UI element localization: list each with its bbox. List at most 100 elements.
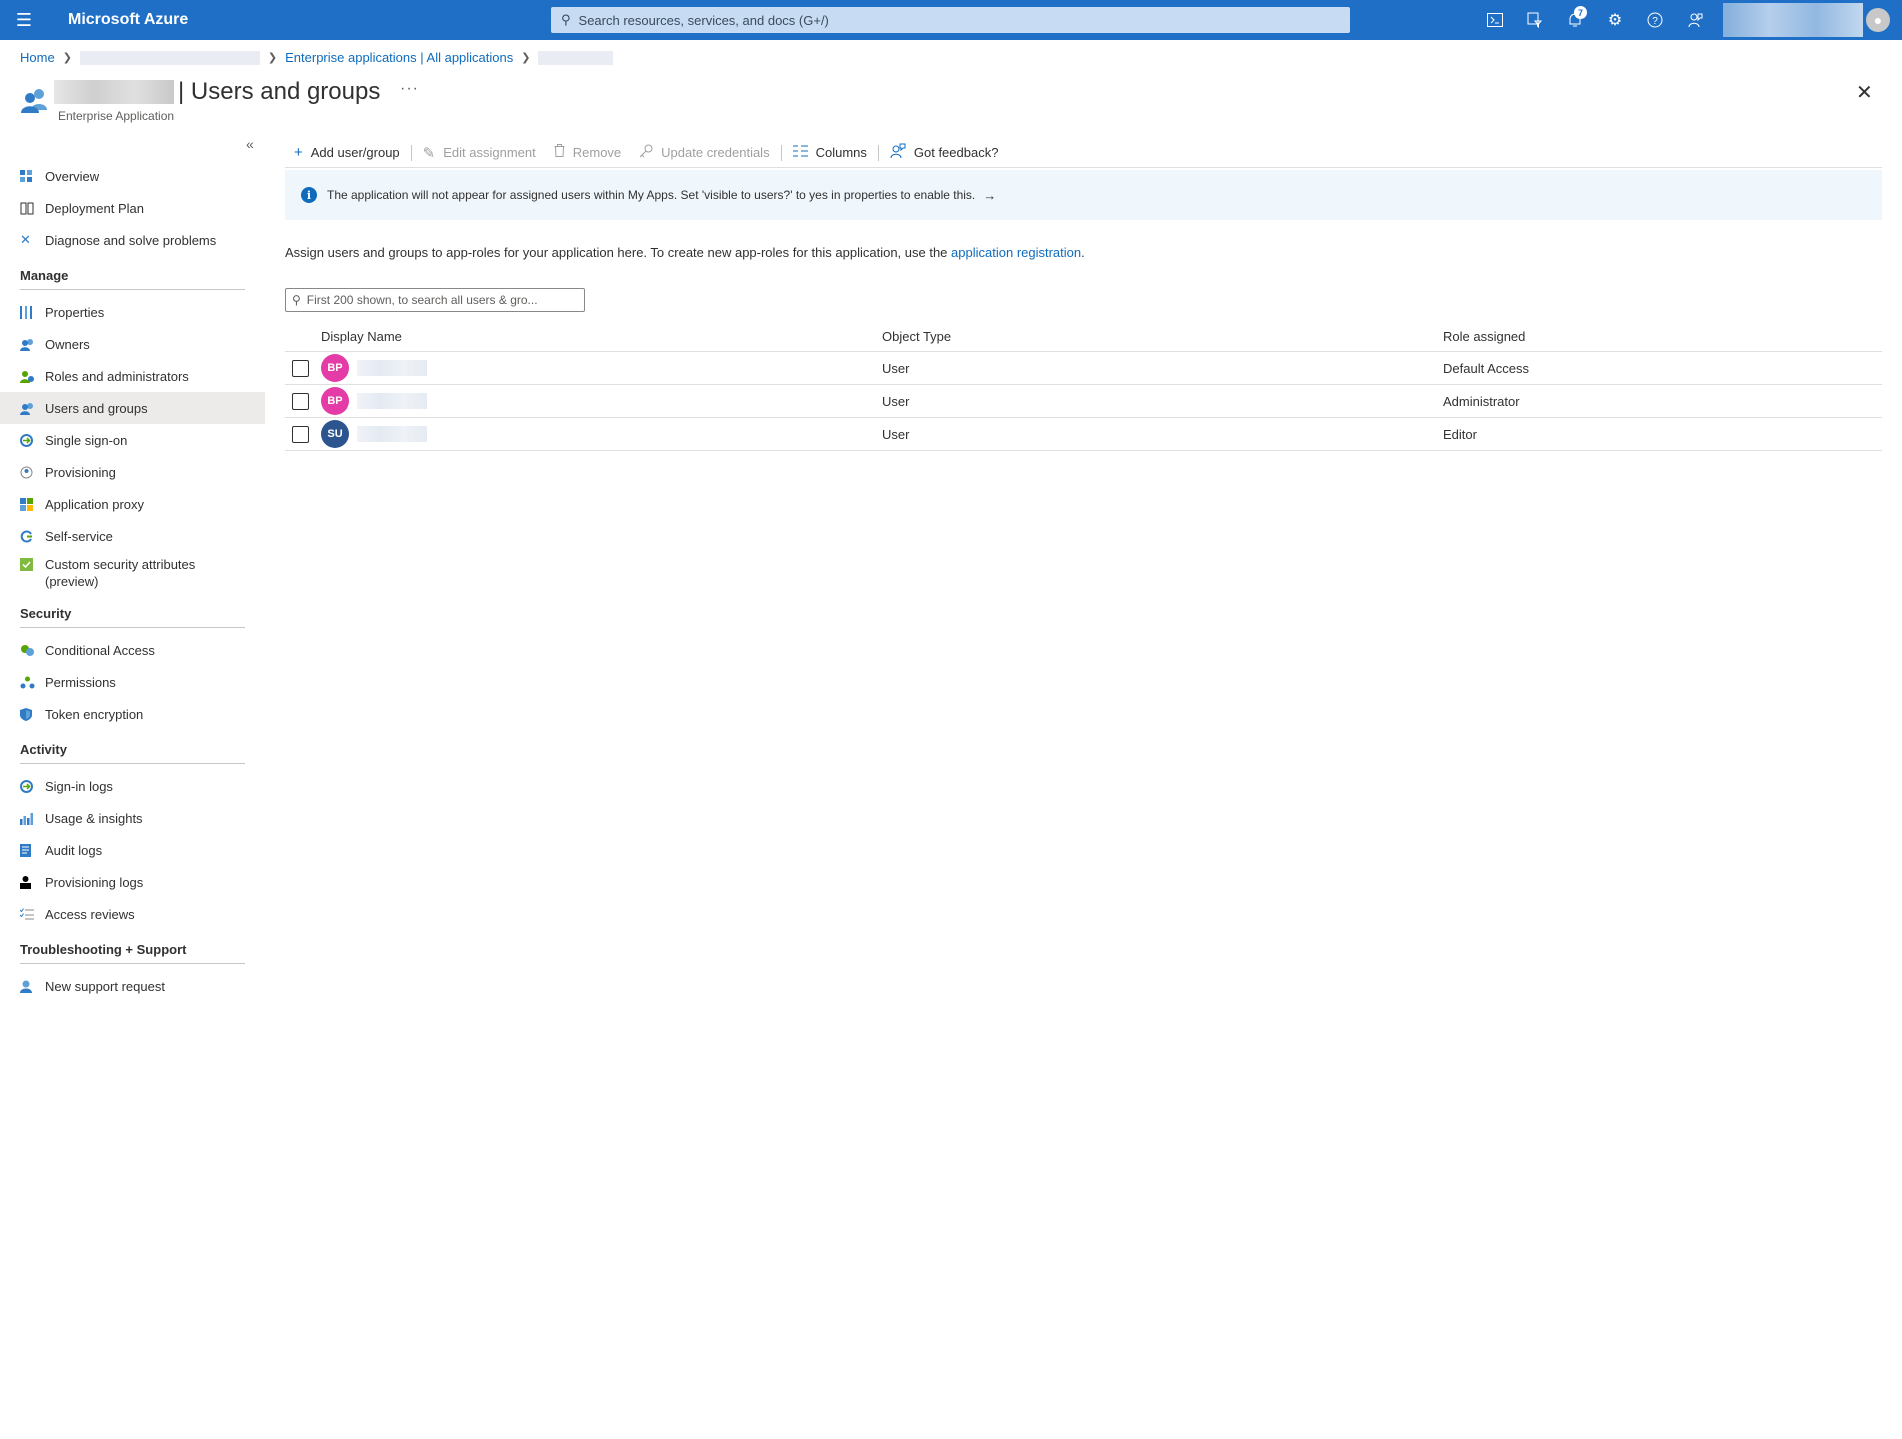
collapse-sidebar-icon[interactable]: « [246,136,254,152]
book-icon [20,202,45,215]
arrow-right-icon[interactable]: → [983,188,996,203]
search-users-input[interactable]: ⚲ First 200 shown, to search all users &… [285,288,585,312]
feedback-button[interactable]: Got feedback? [881,138,1008,168]
assignments-table: Display Name Object Type Role assigned B… [285,322,1882,451]
sidebar-item-properties[interactable]: Properties [0,296,265,328]
sidebar-item-label: Owners [45,336,90,352]
conditional-access-icon [20,644,45,657]
roles-icon [20,370,45,383]
toolbar-divider [877,144,879,161]
feedback-icon[interactable] [1675,0,1715,40]
account-info[interactable] [1723,3,1863,37]
account-avatar-icon[interactable]: ● [1866,8,1890,32]
display-name-cell: BP [321,354,882,382]
breadcrumb-home[interactable]: Home [20,50,55,65]
sidebar-item-label: Provisioning logs [45,874,144,890]
column-header-object-type[interactable]: Object Type [882,329,1443,344]
audit-icon [20,843,45,857]
application-registration-link[interactable]: application registration [951,245,1081,260]
owners-icon [20,338,45,351]
sidebar-item-usage-insights[interactable]: Usage & insights [0,802,265,834]
users-icon [20,402,45,415]
sidebar-item-owners[interactable]: Owners [0,328,265,360]
sidebar-item-new-support-request[interactable]: New support request [0,970,265,1002]
table-row[interactable]: SU User Editor [285,418,1882,451]
close-icon[interactable]: ✕ [1856,80,1873,105]
row-checkbox[interactable] [292,425,309,443]
brand-title[interactable]: Microsoft Azure [68,11,188,29]
toolbar-divider [780,144,782,161]
edit-assignment-label: Edit assignment [443,145,536,160]
global-search-input[interactable]: ⚲ Search resources, services, and docs (… [551,7,1350,33]
info-banner: i The application will not appear for as… [285,170,1882,220]
sidebar-item-conditional-access[interactable]: Conditional Access [0,634,265,666]
column-header-display-name[interactable]: Display Name [321,329,882,344]
column-header-role-assigned[interactable]: Role assigned [1443,329,1882,344]
sidebar-item-access-reviews[interactable]: Access reviews [0,898,265,930]
columns-button[interactable]: Columns [784,138,876,168]
cloud-shell-icon[interactable] [1475,0,1515,40]
display-name-cell: SU [321,420,882,448]
directory-filter-icon[interactable] [1515,0,1555,40]
chevron-right-icon: ❯ [62,52,72,64]
breadcrumb-tenant[interactable] [79,50,260,65]
add-user-group-button[interactable]: + Add user/group [285,138,409,168]
sso-icon [20,433,45,447]
sidebar-item-label: Deployment Plan [45,200,144,216]
provisioning-icon [20,466,45,479]
sidebar-item-label: Sign-in logs [45,778,113,794]
role-assigned-cell: Editor [1443,426,1477,442]
wrench-icon: ✕ [20,232,31,247]
sidebar-item-custom-security-attributes[interactable]: Custom security attributes (preview) [0,552,265,594]
sidebar-item-permissions[interactable]: Permissions [0,666,265,698]
sidebar-item-users-and-groups[interactable]: Users and groups [0,392,265,424]
sidebar-item-label: Conditional Access [45,642,155,658]
display-name-redacted [357,360,427,376]
breadcrumb-enterprise-apps[interactable]: Enterprise applications | All applicatio… [285,50,513,65]
display-name-redacted [357,393,427,409]
sidebar-item-provisioning[interactable]: Provisioning [0,456,265,488]
more-options-icon[interactable]: ··· [400,80,419,98]
row-checkbox[interactable] [292,359,309,377]
table-row[interactable]: BP User Default Access [285,352,1882,385]
sidebar-item-label: Roles and administrators [45,368,189,384]
page-subtitle: Enterprise Application [58,109,175,123]
page-title: | Users and groups [178,78,381,105]
display-name-redacted [357,426,427,442]
sidebar-item-label: Permissions [45,674,116,690]
person-icon [20,875,45,889]
breadcrumb: Home ❯ ❯ Enterprise applications | All a… [20,50,614,65]
row-check-cell [285,392,321,410]
sidebar-item-token-encryption[interactable]: Token encryption [0,698,265,730]
chevron-right-icon: ❯ [521,52,531,64]
sidebar-item-self-service[interactable]: Self-service [0,520,265,552]
help-icon[interactable]: ? [1635,0,1675,40]
sidebar-item-provisioning-logs[interactable]: Provisioning logs [0,866,265,898]
update-credentials-button[interactable]: Update credentials [630,138,778,168]
hamburger-menu-icon[interactable]: ☰ [0,0,48,40]
sidebar-item-single-sign-on[interactable]: Single sign-on [0,424,265,456]
users-groups-icon [21,89,47,113]
remove-label: Remove [572,145,622,160]
table-row[interactable]: BP User Administrator [285,385,1882,418]
search-icon: ⚲ [561,12,571,27]
sidebar-item-application-proxy[interactable]: Application proxy [0,488,265,520]
sidebar-item-deployment-plan[interactable]: Deployment Plan [0,192,265,224]
edit-assignment-button[interactable]: ✎ Edit assignment [414,138,545,168]
remove-button[interactable]: Remove [545,138,630,168]
properties-icon [20,305,45,319]
sidebar-item-roles[interactable]: Roles and administrators [0,360,265,392]
sidebar-item-sign-in-logs[interactable]: Sign-in logs [0,770,265,802]
sidebar-item-audit-logs[interactable]: Audit logs [0,834,265,866]
key-icon [639,144,653,162]
breadcrumb-app[interactable] [538,50,614,65]
sidebar-item-diagnose[interactable]: ✕ Diagnose and solve problems [0,224,265,256]
sidebar-item-overview[interactable]: Overview [0,160,265,192]
plus-icon: + [294,144,303,161]
avatar: SU [321,420,349,448]
row-checkbox[interactable] [292,392,309,410]
notifications-bell-icon[interactable]: 7 [1555,0,1595,40]
trash-icon [554,144,565,161]
feedback-label: Got feedback? [913,145,999,160]
settings-gear-icon[interactable]: ⚙ [1595,0,1635,40]
